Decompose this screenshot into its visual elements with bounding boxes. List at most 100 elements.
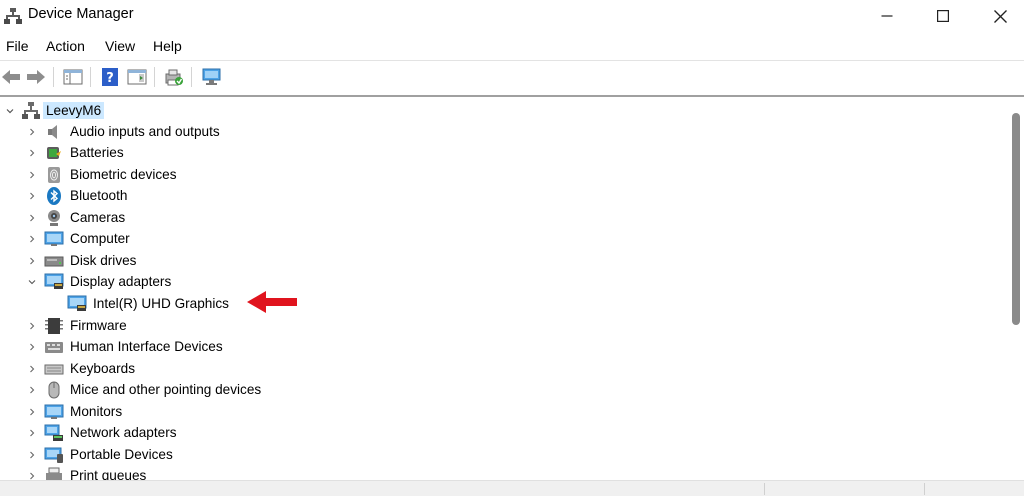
close-icon (993, 9, 1007, 23)
chevron-right-icon[interactable] (27, 256, 37, 266)
forward-button[interactable] (25, 66, 47, 88)
scan-hardware-button[interactable] (201, 66, 223, 88)
monitor-icon (44, 231, 64, 246)
display-adapter-icon (44, 273, 64, 289)
chevron-right-icon[interactable] (27, 213, 37, 223)
computer-name-label: LeevyM6 (43, 102, 105, 119)
tree-item-intel-uhd-graphics[interactable]: Intel(R) UHD Graphics (0, 294, 400, 315)
minimize-button[interactable] (864, 0, 910, 32)
status-bar-divider (924, 483, 925, 495)
update-driver-button[interactable] (163, 66, 185, 88)
tree-item-label: Human Interface Devices (70, 339, 223, 354)
help-button[interactable]: ? (99, 66, 121, 88)
chevron-right-icon[interactable] (27, 450, 37, 460)
svg-text:?: ? (106, 71, 114, 86)
chevron-right-icon[interactable] (27, 342, 37, 352)
toolbar-separator (191, 67, 192, 87)
minimize-icon (881, 15, 893, 17)
hid-icon (45, 342, 63, 353)
menu-bar: File Action View Help (0, 36, 1024, 58)
tree-item-print-queues[interactable]: Print queues (0, 466, 400, 480)
chevron-right-icon[interactable] (27, 234, 37, 244)
chevron-right-icon[interactable] (27, 170, 37, 180)
tree-item-label: Biometric devices (70, 167, 177, 182)
tree-item-biometric[interactable]: Biometric devices (0, 165, 400, 186)
show-hide-console-tree-button[interactable] (62, 66, 84, 88)
tree-item-label: Intel(R) UHD Graphics (93, 296, 229, 311)
portable-device-icon (44, 447, 63, 463)
battery-icon (47, 147, 61, 159)
tree-item-human-interface-devices[interactable]: Human Interface Devices (0, 337, 400, 358)
toolbar: ? (0, 60, 1024, 92)
menu-help[interactable]: Help (153, 38, 182, 54)
tree-item-keyboards[interactable]: Keyboards (0, 359, 400, 380)
tree-item-monitors[interactable]: Monitors (0, 402, 400, 423)
forward-arrow-icon (27, 70, 45, 84)
menu-file[interactable]: File (6, 38, 29, 54)
chevron-right-icon[interactable] (27, 148, 37, 158)
toolbar-separator (154, 67, 155, 87)
device-manager-window: Device Manager File Action View Help ? L… (0, 0, 1024, 496)
tree-item-disk-drives[interactable]: Disk drives (0, 251, 400, 272)
chevron-down-icon[interactable] (27, 277, 37, 287)
properties-pane-button[interactable] (126, 66, 148, 88)
chevron-right-icon[interactable] (27, 385, 37, 395)
menu-view[interactable]: View (105, 38, 135, 54)
camera-icon (48, 210, 60, 226)
computer-tree-icon (22, 102, 40, 119)
menu-action[interactable]: Action (46, 38, 85, 54)
tree-item-label: Cameras (70, 210, 126, 225)
annotation-arrow (247, 291, 297, 313)
firmware-chip-icon (45, 318, 63, 334)
close-button[interactable] (977, 0, 1023, 32)
display-adapter-icon (67, 295, 87, 311)
tree-item-label: Audio inputs and outputs (70, 124, 220, 139)
network-adapter-icon (44, 424, 63, 441)
printer-icon (46, 467, 62, 480)
chevron-right-icon[interactable] (27, 407, 37, 417)
chevron-right-icon[interactable] (27, 364, 37, 374)
tree-item-label: Disk drives (70, 253, 137, 268)
back-button[interactable] (0, 66, 22, 88)
show-hide-console-tree-icon (63, 69, 83, 85)
tree-item-portable-devices[interactable]: Portable Devices (0, 445, 400, 466)
fingerprint-icon (48, 167, 60, 183)
toolbar-separator (53, 67, 54, 87)
tree-item-label: Keyboards (70, 361, 135, 376)
tree-item-computer[interactable]: Computer (0, 229, 400, 250)
tree-item-bluetooth[interactable]: Bluetooth (0, 186, 400, 207)
status-bar (0, 480, 1024, 496)
chevron-right-icon[interactable] (27, 321, 37, 331)
mouse-icon (48, 381, 60, 399)
chevron-down-icon[interactable] (5, 106, 15, 116)
tree-item-audio[interactable]: Audio inputs and outputs (0, 122, 400, 143)
bluetooth-icon (47, 187, 61, 205)
maximize-button[interactable] (920, 0, 966, 32)
vertical-scrollbar[interactable] (1008, 99, 1024, 480)
chevron-right-icon[interactable] (27, 191, 37, 201)
tree-root[interactable]: LeevyM6 (0, 101, 300, 122)
disk-drive-icon (44, 256, 64, 267)
tree-item-label: Firmware (70, 318, 127, 333)
tree-item-network-adapters[interactable]: Network adapters (0, 423, 400, 444)
tree-item-firmware[interactable]: Firmware (0, 316, 400, 337)
tree-item-label: Batteries (70, 145, 124, 160)
tree-item-display-adapters[interactable]: Display adapters (0, 272, 400, 293)
tree-item-label: Network adapters (70, 425, 177, 440)
toolbar-divider (0, 95, 1024, 97)
tree-item-label: Display adapters (70, 274, 172, 289)
chevron-right-icon[interactable] (27, 127, 37, 137)
tree-item-label: Bluetooth (70, 188, 128, 203)
tree-item-cameras[interactable]: Cameras (0, 208, 400, 229)
window-title: Device Manager (28, 6, 134, 22)
device-manager-app-icon (4, 8, 22, 24)
keyboard-icon (44, 364, 64, 375)
chevron-right-icon[interactable] (27, 428, 37, 438)
tree-item-batteries[interactable]: Batteries (0, 143, 400, 164)
scrollbar-thumb[interactable] (1012, 113, 1020, 325)
tree-item-mice[interactable]: Mice and other pointing devices (0, 380, 400, 401)
tree-item-label: Monitors (70, 404, 123, 419)
update-driver-icon (165, 69, 183, 86)
title-bar: Device Manager (0, 0, 1024, 32)
chevron-right-icon[interactable] (27, 471, 37, 480)
